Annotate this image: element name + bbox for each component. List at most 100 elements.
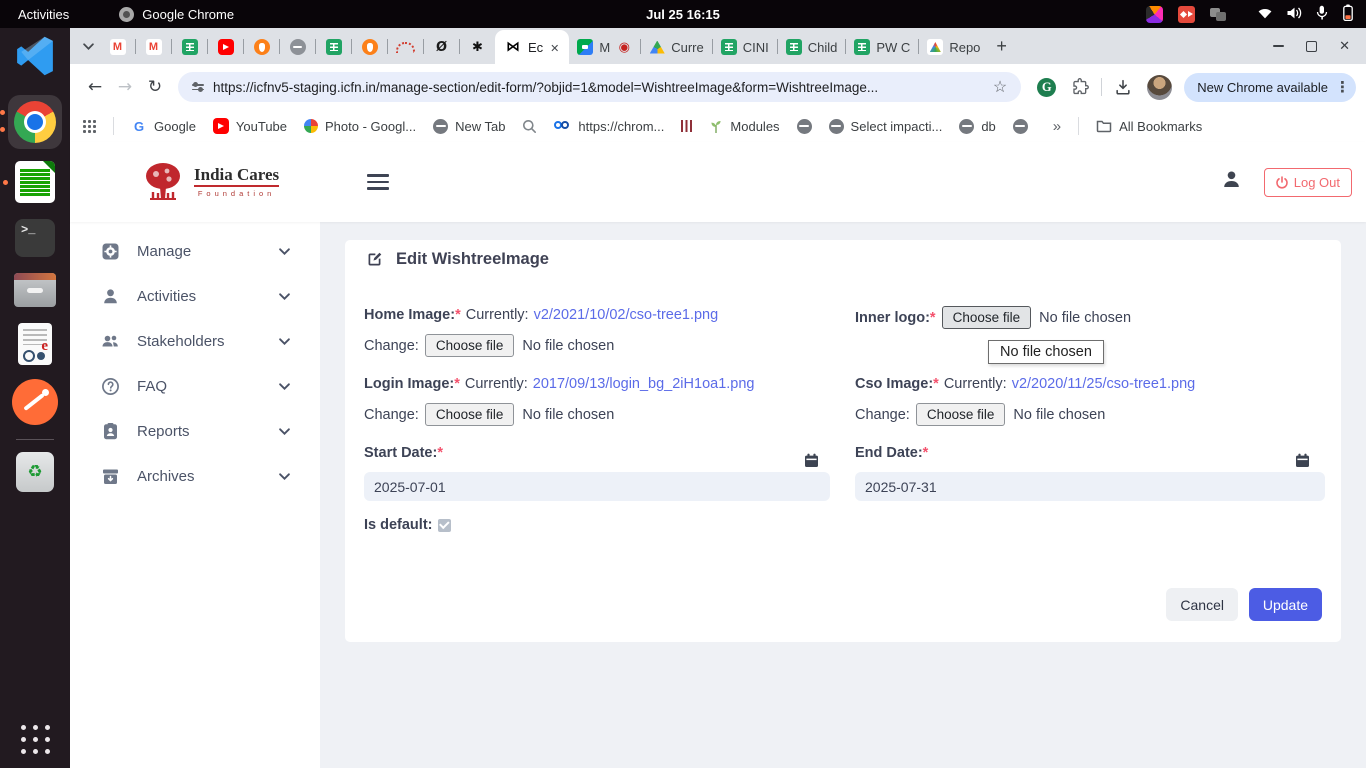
sidebar-item-reports[interactable]: Reports (70, 409, 320, 454)
bookmark-star-icon[interactable]: ☆ (993, 77, 1007, 97)
focused-app-menu[interactable]: Google Chrome (119, 7, 234, 22)
sidebar-item-manage[interactable]: Manage (70, 229, 320, 274)
bookmark-chrom[interactable]: https://chrom... (554, 119, 664, 134)
is-default-checkbox[interactable] (438, 519, 451, 532)
bookmark-select-impact[interactable]: Select impacti... (829, 119, 943, 134)
pinned-tab-gmail[interactable] (136, 30, 171, 64)
end-date-input[interactable] (855, 472, 1325, 501)
battery-low-icon[interactable] (1342, 4, 1354, 24)
cancel-button[interactable]: Cancel (1166, 588, 1238, 621)
bookmark-photos[interactable]: Photo - Googl... (304, 119, 416, 134)
microphone-icon[interactable] (1315, 5, 1329, 23)
sidebar-toggle-button[interactable] (367, 174, 389, 190)
restore-icon[interactable] (1306, 41, 1317, 52)
minimize-icon[interactable] (1273, 45, 1284, 47)
bookmark-db[interactable]: db (959, 119, 995, 134)
bookmark-google[interactable]: Google (131, 118, 196, 134)
pinned-tab-swiggy[interactable] (244, 30, 279, 64)
site-settings-icon[interactable] (192, 84, 204, 91)
downloads-icon[interactable] (1114, 78, 1132, 96)
calendar-icon[interactable] (804, 453, 819, 468)
pinned-tab-globe[interactable] (280, 30, 315, 64)
chat-icon[interactable] (1210, 8, 1226, 21)
document-viewer-dock-icon[interactable] (18, 323, 52, 365)
extensions-puzzle-icon[interactable] (1071, 78, 1089, 96)
reload-button[interactable]: ↻ (140, 72, 170, 102)
home-image-current-link[interactable]: v2/2021/10/02/cso-tree1.png (534, 307, 719, 323)
profile-avatar[interactable] (1147, 75, 1172, 100)
pinned-tab-spiral[interactable] (460, 30, 495, 64)
tab-meet[interactable]: M (569, 30, 640, 64)
wifi-icon[interactable] (1257, 6, 1273, 22)
terminal-dock-icon[interactable]: >_ (15, 219, 55, 257)
active-tab[interactable]: Ec (495, 30, 569, 64)
tab-repo[interactable]: Repo (919, 30, 988, 64)
browser-menu-icon[interactable] (1335, 78, 1350, 96)
pinned-tab-sheets[interactable] (172, 30, 207, 64)
start-date-input[interactable] (364, 472, 830, 501)
pinned-tab-swiggy[interactable] (352, 30, 387, 64)
bookmarks-overflow-button[interactable]: » (1053, 118, 1061, 135)
chrome-dock-icon[interactable] (8, 95, 62, 149)
bookmark-search[interactable] (522, 119, 537, 134)
site-header: India Cares Foundation Log Out (70, 142, 1366, 222)
page-title: Edit WishtreeImage (366, 250, 549, 269)
sidebar-item-archives[interactable]: Archives (70, 454, 320, 499)
trash-dock-icon[interactable]: ♻ (16, 452, 54, 492)
update-button[interactable]: Update (1249, 588, 1322, 621)
user-icon[interactable] (1221, 169, 1242, 195)
vscode-dock-icon[interactable] (13, 34, 57, 83)
screenshare-icon[interactable] (1178, 6, 1195, 23)
sidebar-item-faq[interactable]: FAQ (70, 364, 320, 409)
cso-image-choose-file-button[interactable]: Choose file (916, 403, 1006, 426)
clipboard-icon (101, 422, 120, 441)
pinned-tab-slashed[interactable] (424, 30, 459, 64)
inner-logo-choose-file-button[interactable]: Choose file (942, 306, 1032, 329)
logout-button[interactable]: Log Out (1264, 168, 1352, 197)
bookmark-globe[interactable] (797, 119, 812, 134)
activities-button[interactable]: Activities (18, 7, 69, 22)
cso-image-current-link[interactable]: v2/2020/11/25/cso-tree1.png (1012, 376, 1196, 392)
sidebar-item-stakeholders[interactable]: Stakeholders (70, 319, 320, 364)
volume-icon[interactable] (1286, 6, 1302, 23)
bookmark-youtube[interactable]: YouTube (213, 118, 287, 134)
pinned-tab-sheets[interactable] (316, 30, 351, 64)
all-bookmarks-button[interactable]: All Bookmarks (1096, 119, 1202, 134)
pinned-tab-youtube[interactable] (208, 30, 243, 64)
files-dock-icon[interactable] (14, 273, 56, 307)
apps-grid-icon[interactable] (82, 119, 96, 133)
new-tab-button[interactable]: + (996, 36, 1007, 57)
address-bar[interactable]: https://icfnv5-staging.icfn.in/manage-se… (178, 72, 1021, 102)
grammarly-extension-icon[interactable]: G (1037, 78, 1056, 97)
close-icon[interactable] (1339, 37, 1350, 55)
login-image-choose-file-button[interactable]: Choose file (425, 403, 515, 426)
calendar-icon[interactable] (1295, 453, 1310, 468)
bookmark-modules[interactable]: Modules (709, 119, 779, 134)
tab-cini[interactable]: CINI (713, 30, 777, 64)
tab-drive[interactable]: Curre (641, 30, 712, 64)
show-applications-button[interactable] (21, 725, 50, 754)
libreoffice-calc-dock-icon[interactable] (15, 161, 55, 203)
browser-window: Ec M Curre CINI Child (70, 28, 1366, 768)
postman-dock-icon[interactable] (12, 379, 58, 425)
sidebar-item-activities[interactable]: Activities (70, 274, 320, 319)
pinned-tab-arc[interactable] (388, 30, 423, 64)
tab-pw[interactable]: PW C (846, 30, 918, 64)
login-image-current-link[interactable]: 2017/09/13/login_bg_2iH1oa1.png (533, 376, 755, 392)
pinned-tab-gmail[interactable] (100, 30, 135, 64)
tab-child[interactable]: Child (778, 30, 846, 64)
workspace-cube-icon[interactable] (1146, 6, 1163, 23)
clock[interactable]: Jul 25 16:15 (646, 7, 720, 22)
forward-button[interactable]: → (110, 72, 140, 102)
url-text[interactable]: https://icfnv5-staging.icfn.in/manage-se… (213, 80, 984, 95)
bookmark-new-tab[interactable]: New Tab (433, 119, 505, 134)
brand-logo[interactable]: India Cares Foundation (140, 160, 279, 204)
chrome-update-pill[interactable]: New Chrome available (1184, 73, 1356, 102)
home-image-choose-file-button[interactable]: Choose file (425, 334, 515, 357)
bookmark-red-text[interactable] (681, 120, 692, 132)
tab-close-icon[interactable] (550, 40, 559, 55)
tab-search-button[interactable] (76, 34, 100, 58)
back-button[interactable]: ← (80, 72, 110, 102)
system-tray[interactable] (1146, 4, 1354, 24)
bookmark-globe[interactable] (1013, 119, 1028, 134)
